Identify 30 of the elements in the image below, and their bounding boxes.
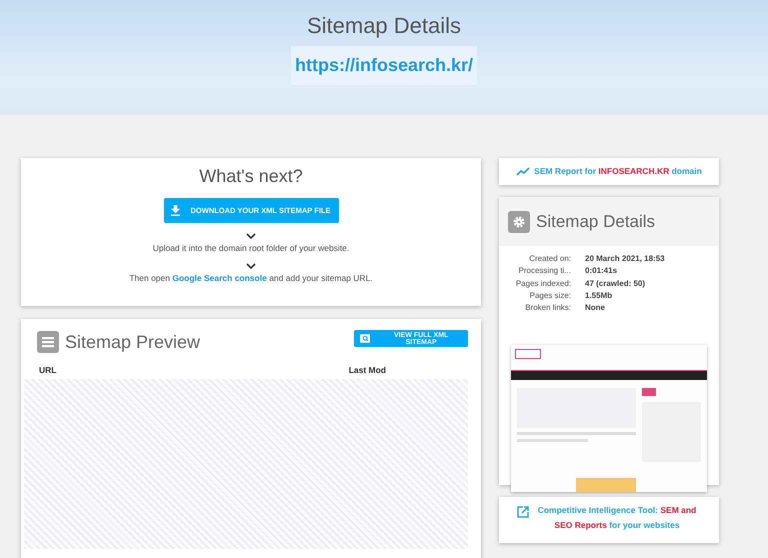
google-search-console-link[interactable]: Google Search console	[172, 273, 267, 283]
search-icon	[360, 334, 370, 343]
column-header: URL	[39, 365, 56, 375]
competitive-tool-link[interactable]: Competitive Intelligence Tool: SEM and SEO Reports for your websites	[517, 503, 701, 533]
page-title: Sitemap Details	[306, 13, 462, 39]
instruction-text: Then open Google Search console and add your sitemap URL.	[129, 273, 373, 283]
list-icon	[37, 331, 59, 353]
chevron-down-icon	[246, 263, 256, 269]
detail-label: Pages indexed:	[514, 278, 571, 290]
card-title: Sitemap Details	[536, 212, 656, 232]
card-title: Sitemap Preview	[65, 332, 200, 352]
column-header: Last Mod	[348, 365, 386, 375]
detail-label: Broken links:	[524, 302, 571, 314]
instruction-text: Upload it into the domain root folder of your website.	[152, 243, 350, 253]
sem-report-link[interactable]: SEM Report for INFOSEARCH.KR domain	[516, 164, 702, 179]
detail-value: 0:01:41s	[585, 265, 618, 278]
detail-value: 1.55Mb	[585, 290, 612, 302]
detail-value: 20 March 2021, 18:53	[585, 253, 665, 265]
external-link-icon	[517, 506, 529, 518]
detail-value: None	[585, 302, 605, 314]
detail-label: Created on:	[528, 253, 571, 265]
site-url-link[interactable]: https://infosearch.kr/	[290, 46, 478, 85]
card-title: What's next?	[199, 166, 303, 187]
gear-icon	[508, 210, 530, 232]
detail-label: Pages size:	[528, 290, 571, 302]
trend-line-icon	[516, 167, 530, 176]
chevron-down-icon	[246, 233, 256, 239]
detail-value: 47 (crawled: 50)	[585, 278, 646, 290]
download-icon	[171, 205, 180, 216]
detail-label: Processing ti...	[518, 265, 571, 278]
